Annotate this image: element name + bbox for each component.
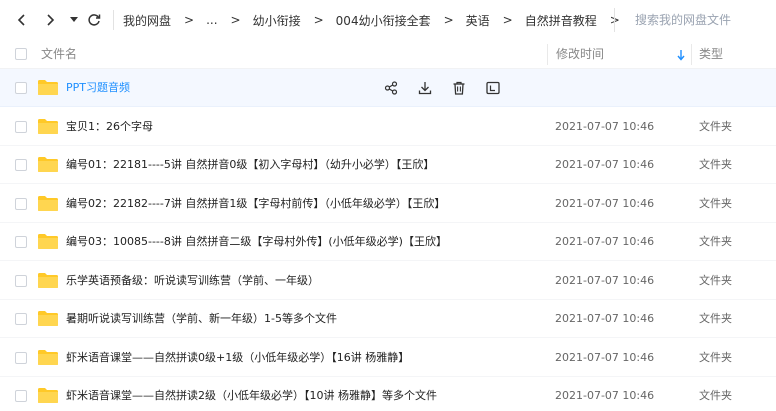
toolbar: 我的网盘 > ... > 幼小衔接 > 004幼小衔接全套 > 英语 > 自然拼… bbox=[0, 0, 776, 40]
file-name[interactable]: 虾米语音课堂——自然拼读2级（小低年级必学）【10讲 杨雅静】等多个文件 bbox=[66, 377, 437, 411]
file-name[interactable]: 编号01：22181----5讲 自然拼音0级【初入字母村】（幼升小必学）【王欣… bbox=[66, 146, 434, 184]
breadcrumb-separator: > bbox=[313, 13, 324, 27]
row-checkbox[interactable] bbox=[15, 274, 27, 287]
breadcrumb-separator: > bbox=[502, 13, 513, 27]
caret-down-icon bbox=[70, 17, 78, 22]
file-name[interactable]: 暑期听说读写训练营（学前、新一年级）1-5等多个文件 bbox=[66, 300, 337, 338]
file-name[interactable]: 乐学英语预备级：听说读写训练营（学前、一年级） bbox=[66, 262, 319, 300]
row-checkbox[interactable] bbox=[15, 82, 27, 94]
file-modified-date: 2021-07-07 10:46 bbox=[555, 119, 655, 133]
file-name[interactable]: 宝贝1：26个字母 bbox=[66, 108, 153, 146]
breadcrumb: 我的网盘 > ... > 幼小衔接 > 004幼小衔接全套 > 英语 > 自然拼… bbox=[123, 0, 632, 40]
file-type: 文件夹 bbox=[699, 389, 732, 402]
delete-icon bbox=[453, 81, 465, 95]
more-button[interactable] bbox=[484, 79, 502, 97]
folder-icon bbox=[38, 157, 58, 172]
row-checkbox[interactable] bbox=[15, 313, 27, 325]
file-name[interactable]: 虾米语音课堂——自然拼读0级+1级（小低年级必学）【16讲 杨雅静】 bbox=[66, 339, 409, 377]
file-type: 文件夹 bbox=[699, 350, 732, 364]
row-checkbox[interactable] bbox=[15, 390, 27, 402]
forward-button[interactable] bbox=[40, 10, 60, 30]
row-checkbox[interactable] bbox=[15, 197, 27, 210]
breadcrumb-separator: > bbox=[230, 13, 241, 27]
refresh-icon bbox=[88, 14, 101, 26]
file-row[interactable]: 虾米语音课堂——自然拼读0级+1级（小低年级必学）【16讲 杨雅静】 2021-0… bbox=[0, 339, 776, 377]
row-checkbox[interactable] bbox=[15, 159, 27, 171]
folder-icon bbox=[38, 195, 58, 211]
download-icon bbox=[418, 82, 432, 95]
toolbar-divider bbox=[113, 10, 114, 30]
download-button[interactable] bbox=[416, 79, 434, 97]
file-type: 文件夹 bbox=[699, 273, 732, 287]
row-checkbox[interactable] bbox=[15, 351, 27, 364]
column-header-name[interactable]: 文件名 bbox=[41, 40, 77, 69]
file-name[interactable]: 编号02：22182----7讲 自然拼音1级【字母村前传】（小低年级必学）【王… bbox=[66, 185, 445, 223]
folder-icon bbox=[38, 118, 58, 134]
file-name[interactable]: 编号03：10085----8讲 自然拼音二级【字母村外传】(小低年级必学)【王… bbox=[66, 223, 447, 261]
file-list-header: 文件名 修改时间 类型 bbox=[0, 40, 776, 69]
breadcrumb-item-phonics[interactable]: 自然拼音教程 bbox=[525, 12, 597, 29]
column-divider[interactable] bbox=[691, 44, 692, 65]
column-divider[interactable] bbox=[547, 44, 548, 65]
file-type: 文件夹 bbox=[699, 235, 732, 248]
delete-button[interactable] bbox=[450, 79, 468, 97]
select-all-checkbox[interactable] bbox=[15, 48, 27, 60]
search-box bbox=[614, 8, 776, 32]
row-action-bar bbox=[382, 79, 518, 97]
more-icon bbox=[486, 81, 500, 95]
file-row[interactable]: 编号01：22181----5讲 自然拼音0级【初入字母村】（幼升小必学）【王欣… bbox=[0, 146, 776, 184]
breadcrumb-separator: > bbox=[443, 13, 454, 27]
file-row[interactable]: 宝贝1：26个字母 2021-07-07 10:46 文件夹 bbox=[0, 108, 776, 146]
file-row[interactable]: 编号02：22182----7讲 自然拼音1级【字母村前传】（小低年级必学）【王… bbox=[0, 185, 776, 223]
breadcrumb-item-004[interactable]: 004幼小衔接全套 bbox=[336, 12, 431, 29]
file-modified-date: 2021-07-07 10:46 bbox=[555, 196, 655, 210]
breadcrumb-separator: > bbox=[184, 13, 195, 27]
breadcrumb-item-youxiao[interactable]: 幼小衔接 bbox=[253, 12, 301, 29]
file-modified-date: 2021-07-07 10:46 bbox=[555, 312, 655, 325]
file-row[interactable]: PPT习题音频 bbox=[0, 69, 776, 107]
folder-icon bbox=[38, 388, 58, 403]
file-type: 文件夹 bbox=[699, 196, 732, 210]
breadcrumb-item-ellipsis[interactable]: ... bbox=[206, 13, 217, 27]
column-header-type[interactable]: 类型 bbox=[699, 40, 723, 69]
breadcrumb-item-my-disk[interactable]: 我的网盘 bbox=[123, 12, 171, 29]
breadcrumb-item-english[interactable]: 英语 bbox=[466, 12, 490, 29]
column-header-modified[interactable]: 修改时间 bbox=[556, 40, 604, 69]
folder-icon bbox=[38, 80, 58, 95]
file-row[interactable]: 暑期听说读写训练营（学前、新一年级）1-5等多个文件 2021-07-07 10:… bbox=[0, 300, 776, 338]
file-modified-date: 2021-07-07 10:46 bbox=[555, 389, 655, 402]
file-modified-date: 2021-07-07 10:46 bbox=[555, 235, 655, 248]
file-type: 文件夹 bbox=[699, 312, 732, 325]
folder-icon bbox=[38, 311, 58, 326]
share-button[interactable] bbox=[382, 79, 400, 97]
folder-icon bbox=[38, 272, 58, 288]
chevron-right-icon bbox=[47, 14, 55, 26]
file-row[interactable]: 虾米语音课堂——自然拼读2级（小低年级必学）【10讲 杨雅静】等多个文件 2021… bbox=[0, 377, 776, 411]
file-modified-date: 2021-07-07 10:46 bbox=[555, 273, 655, 287]
row-checkbox[interactable] bbox=[15, 120, 27, 133]
file-modified-date: 2021-07-07 10:46 bbox=[555, 350, 655, 364]
search-input[interactable] bbox=[635, 10, 775, 30]
row-checkbox[interactable] bbox=[15, 236, 27, 248]
folder-icon bbox=[38, 349, 58, 365]
file-name[interactable]: PPT习题音频 bbox=[66, 69, 130, 107]
file-modified-date: 2021-07-07 10:46 bbox=[555, 158, 655, 171]
history-dropdown-button[interactable] bbox=[64, 10, 84, 30]
chevron-left-icon bbox=[17, 14, 25, 26]
file-type: 文件夹 bbox=[699, 119, 732, 133]
file-row[interactable]: 乐学英语预备级：听说读写训练营（学前、一年级） 2021-07-07 10:46 文… bbox=[0, 262, 776, 300]
folder-icon bbox=[38, 234, 58, 249]
share-icon bbox=[384, 81, 398, 95]
back-button[interactable] bbox=[12, 10, 32, 30]
refresh-button[interactable] bbox=[84, 10, 104, 30]
sort-descending-icon[interactable] bbox=[676, 49, 686, 61]
file-row[interactable]: 编号03：10085----8讲 自然拼音二级【字母村外传】(小低年级必学)【王… bbox=[0, 223, 776, 261]
file-type: 文件夹 bbox=[699, 158, 732, 171]
